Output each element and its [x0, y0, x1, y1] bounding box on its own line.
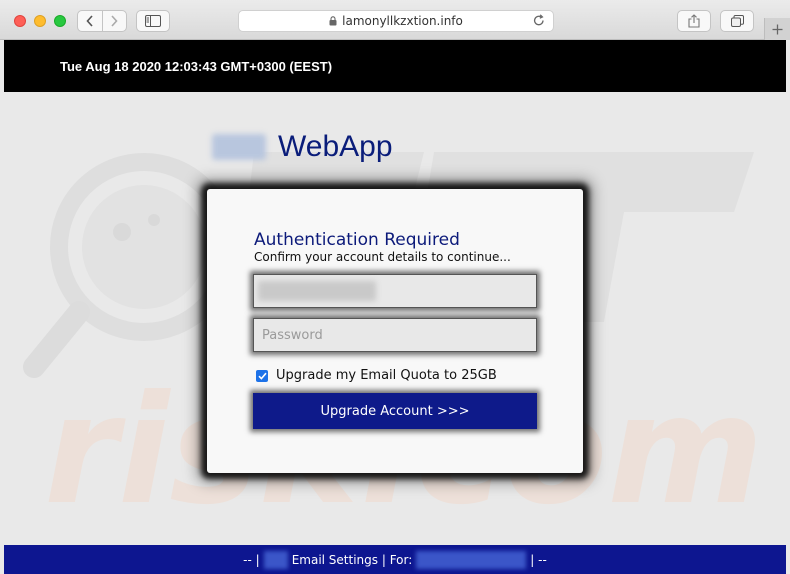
blurred-brand-logo [212, 134, 266, 160]
show-tabs-button[interactable] [720, 10, 754, 32]
chevron-right-icon [111, 15, 118, 27]
sidebar-toggle-button[interactable] [136, 10, 170, 32]
minimize-window-button[interactable] [34, 15, 46, 27]
password-input[interactable] [254, 319, 536, 351]
back-button[interactable] [78, 11, 102, 31]
quota-checkbox[interactable] [256, 369, 268, 382]
footer-suffix: | -- [530, 552, 547, 567]
blurred-email-value [258, 281, 376, 301]
brand-header: WebApp [212, 130, 393, 164]
address-text: lamonyllkzxtion.info [342, 14, 463, 28]
chevron-left-icon [86, 15, 93, 27]
date-bar: Tue Aug 18 2020 12:03:43 GMT+0300 (EEST) [4, 40, 786, 92]
quota-checkbox-label: Upgrade my Email Quota to 25GB [276, 368, 497, 383]
address-bar[interactable]: lamonyllkzxtion.info [238, 10, 554, 32]
sidebar-icon [145, 15, 161, 27]
checkmark-icon [257, 372, 267, 380]
browser-toolbar: lamonyllkzxtion.info [0, 0, 790, 40]
plus-icon [772, 24, 783, 34]
share-button[interactable] [677, 10, 711, 32]
close-window-button[interactable] [14, 15, 26, 27]
date-text: Tue Aug 18 2020 12:03:43 GMT+0300 (EEST) [60, 59, 333, 74]
blurred-footer-email [416, 550, 527, 569]
password-field[interactable] [253, 318, 537, 352]
auth-subheading: Confirm your account details to continue… [254, 250, 511, 264]
quota-checkbox-row[interactable]: Upgrade my Email Quota to 25GB [256, 368, 497, 383]
browser-window: lamonyllkzxtion.info Tue Aug 18 2020 12:… [0, 0, 790, 574]
zoom-window-button[interactable] [54, 15, 66, 27]
brand-name: WebApp [278, 130, 393, 163]
blurred-footer-brand [263, 550, 288, 569]
login-card: Authentication Required Confirm your acc… [207, 189, 583, 473]
auth-heading: Authentication Required [254, 230, 460, 250]
forward-button[interactable] [101, 11, 127, 31]
reload-button[interactable] [533, 14, 545, 30]
footer-label: Email Settings | For: [291, 552, 413, 567]
upgrade-account-button[interactable]: Upgrade Account >>> [253, 393, 537, 429]
footer-prefix: -- | [243, 552, 260, 567]
web-page: Tue Aug 18 2020 12:03:43 GMT+0300 (EEST)… [4, 40, 786, 574]
lock-icon [329, 16, 337, 26]
reload-icon [533, 14, 544, 26]
tabs-overview-icon [730, 15, 744, 27]
footer-bar: -- | Email Settings | For: | -- [4, 545, 786, 574]
new-tab-button[interactable] [764, 18, 790, 40]
share-icon [688, 14, 700, 28]
email-field[interactable] [253, 274, 537, 308]
navigation-buttons [77, 10, 127, 32]
